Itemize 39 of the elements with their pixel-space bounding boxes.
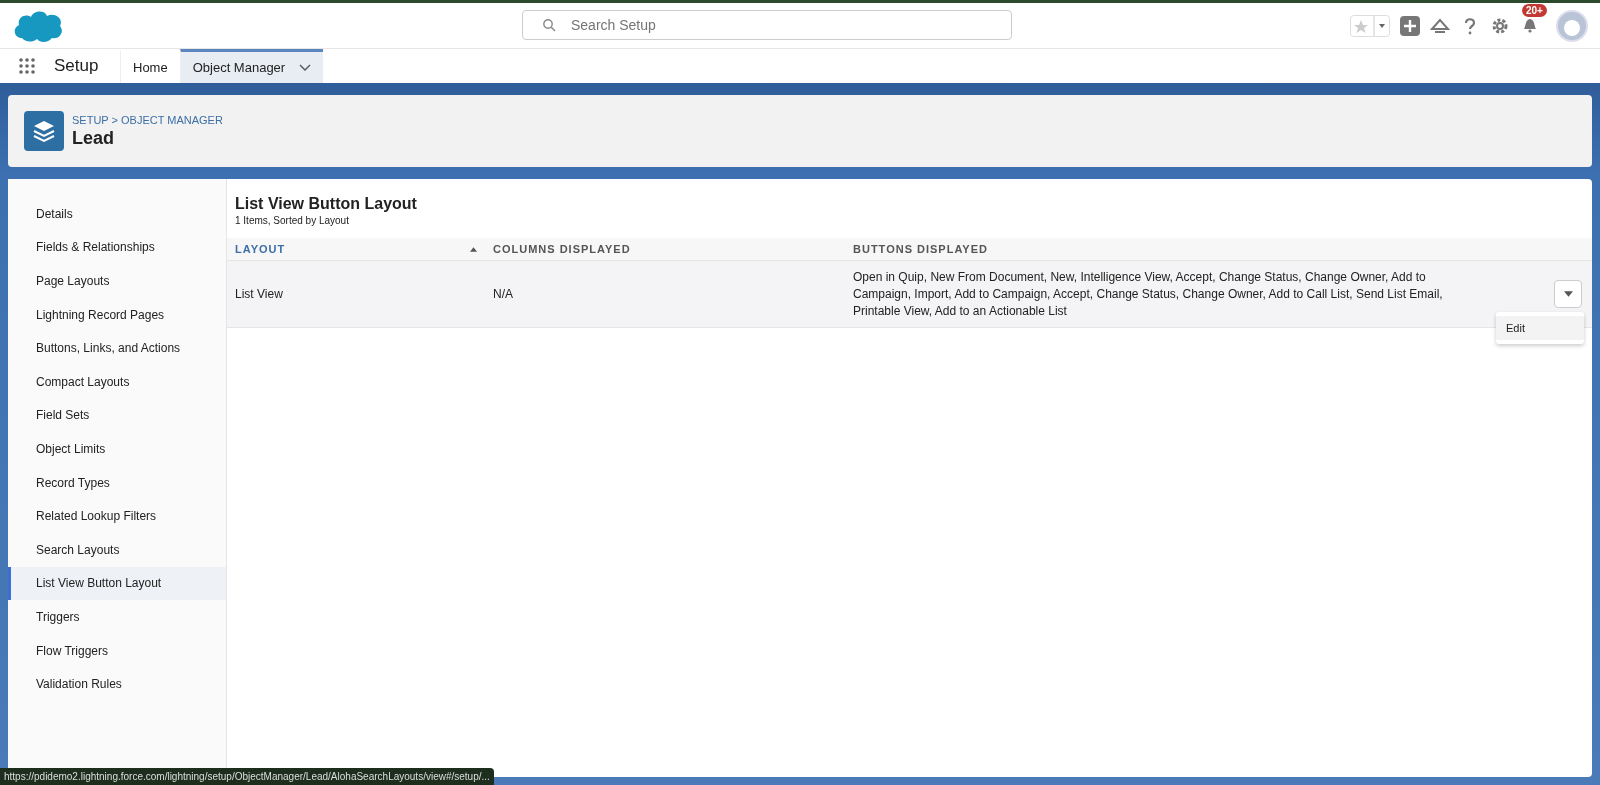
search-field[interactable]: Search Setup xyxy=(522,10,1012,40)
sidebar-item[interactable]: Flow Triggers xyxy=(8,633,226,668)
sort-arrow-icon xyxy=(470,246,477,252)
sidebar-item[interactable]: Page Layouts xyxy=(8,264,226,298)
search-icon xyxy=(542,18,556,32)
breadcrumb[interactable]: SETUP > OBJECT MANAGER xyxy=(72,113,223,126)
column-header[interactable]: COLUMNS DISPLAYED xyxy=(485,243,845,255)
page-title: Lead xyxy=(72,127,115,149)
sidebar-item[interactable]: Field Sets xyxy=(8,398,226,433)
notification-badge: 20+ xyxy=(1522,4,1547,17)
column-header[interactable]: LAYOUT xyxy=(227,243,485,255)
caret-icon xyxy=(1563,291,1573,297)
plus-icon[interactable] xyxy=(1400,15,1420,36)
layers-icon xyxy=(24,111,64,151)
sidebar-item[interactable]: Lightning Record Pages xyxy=(8,297,226,332)
sidebar-item[interactable]: Details xyxy=(8,197,226,231)
sidebar-item[interactable]: Compact Layouts xyxy=(8,364,226,399)
table-cell-text: Open in Quip, New From Document, New, Intelligence View, Accept, Change Status, Change Owner, Add to Campaign, Import, Add to Campaign, Accept, Change Status, Change Owner, Add to Call List, Send List Email, Printable View, Add to an Actionable List xyxy=(852,268,1444,320)
sidebar-item[interactable]: List View Button Layout xyxy=(8,566,226,601)
table-cell-text: List View xyxy=(234,285,284,303)
row-actions-button[interactable] xyxy=(1554,280,1582,308)
sidebar-item[interactable]: Record Types xyxy=(8,465,226,500)
status-url: https://pdidemo2.lightning.force.com/lightning/setup/ObjectManager/Lead/AlohaSearchLayouts/view#/setup/... xyxy=(0,768,494,785)
sidebar-item[interactable]: Related Lookup Filters xyxy=(8,499,226,533)
app-launcher-icon[interactable] xyxy=(18,57,36,75)
sidebar-item[interactable]: Validation Rules xyxy=(8,667,226,701)
table-cell-text: N/A xyxy=(492,285,514,303)
section-subtitle: 1 Items, Sorted by Layout xyxy=(234,215,350,226)
sidebar-item[interactable]: Triggers xyxy=(8,600,226,634)
menu-item[interactable]: Edit xyxy=(1496,316,1584,340)
sidebar-item[interactable]: Buttons, Links, and Actions xyxy=(8,331,226,365)
section-title: List View Button Layout xyxy=(234,195,418,213)
app-name: Setup xyxy=(54,56,100,76)
nav-tab[interactable]: Object Manager xyxy=(179,49,324,83)
sidebar-item[interactable]: Search Layouts xyxy=(8,532,226,567)
sidebar-item[interactable]: Object Limits xyxy=(8,432,226,466)
chevron-icon[interactable] xyxy=(299,63,312,72)
sidebar-item[interactable]: Fields & Relationships xyxy=(8,230,226,265)
column-header[interactable]: BUTTONS DISPLAYED xyxy=(845,243,1445,255)
